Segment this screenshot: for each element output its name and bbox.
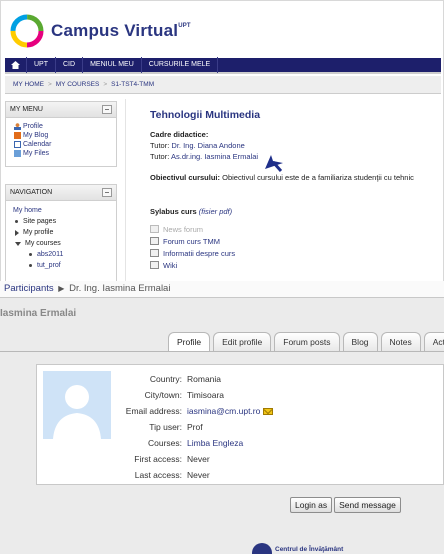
- breadcrumb: MY HOME > MY COURSES > S1-TST4-TMM: [5, 76, 441, 94]
- syllabus-pdf-link[interactable]: (fisier pdf): [199, 207, 232, 216]
- menu-item-calendar[interactable]: Calendar: [14, 140, 110, 149]
- menu-item-files[interactable]: My Files: [14, 149, 110, 158]
- my-menu-block: MY MENU Profile My Blog Calendar My File…: [5, 101, 117, 167]
- tab-blog[interactable]: Blog: [342, 332, 378, 351]
- field-country: Country: Romania: [149, 374, 222, 384]
- field-city: City/town: Timisoara: [144, 390, 224, 400]
- course-content: Tehnologii Multimedia Cadre didactice: T…: [125, 99, 443, 283]
- collapse-arrow-icon: [15, 241, 21, 246]
- resource-informatii[interactable]: Informatii despre curs: [150, 247, 443, 259]
- home-icon: [11, 61, 20, 69]
- breadcrumb-separator-icon: >: [47, 81, 52, 88]
- forum-icon: [150, 225, 159, 233]
- profile-name-heading: Iasmina Ermalai: [0, 308, 77, 319]
- resource-wiki[interactable]: Wiki: [150, 259, 443, 271]
- breadcrumb-my-courses[interactable]: MY COURSES: [56, 81, 100, 88]
- footer-logo: Centrul de Învăţământ: [252, 543, 343, 554]
- menu-item-blog[interactable]: My Blog: [14, 131, 110, 140]
- brand-title: Campus VirtualUPT: [51, 21, 191, 40]
- login-as-button[interactable]: Login as: [290, 497, 333, 513]
- nav-my-profile[interactable]: My profile: [13, 227, 112, 238]
- menu-item-label: Calendar: [23, 141, 52, 148]
- field-email: Email address: iasmina@cm.upt.ro: [97, 403, 274, 419]
- folder-icon: [14, 150, 21, 157]
- breadcrumb-my-home[interactable]: MY HOME: [13, 81, 44, 88]
- bullet-icon: [15, 220, 18, 223]
- bullet-icon: [29, 264, 32, 267]
- tutor-link-andone[interactable]: Dr. Ing. Diana Andone: [171, 141, 244, 150]
- syllabus-row: Sylabus curs (fisier pdf): [150, 207, 233, 216]
- campus-logo-icon: [10, 14, 44, 48]
- tutor-link-ermalai[interactable]: As.dr.ing. Iasmina Ermalai: [171, 152, 258, 161]
- collapse-icon[interactable]: [102, 188, 112, 197]
- field-user-type: Tip user: Prof: [149, 422, 203, 432]
- tab-divider: [0, 351, 444, 352]
- tab-activity[interactable]: Activi: [423, 332, 444, 351]
- menu-item-profile[interactable]: Profile: [14, 122, 110, 131]
- bullet-icon: [29, 253, 32, 256]
- calendar-icon: [14, 141, 21, 148]
- course-page-screenshot: Campus VirtualUPT UPT CID MENIUL MEU CUR…: [0, 0, 444, 284]
- navigation-block: NAVIGATION My home Site pages My profile…: [5, 184, 117, 283]
- breadcrumb-course[interactable]: S1-TST4-TMM: [111, 81, 154, 88]
- breadcrumb-participants[interactable]: Participants: [4, 283, 54, 294]
- nav-course-tut-prof[interactable]: tut_prof: [27, 260, 112, 271]
- user-icon: [14, 123, 21, 130]
- send-message-button[interactable]: Send message: [334, 497, 401, 513]
- nav-upt[interactable]: UPT: [27, 57, 56, 73]
- blog-icon: [14, 132, 21, 139]
- course-link[interactable]: Limba Engleza: [187, 438, 243, 448]
- participants-breadcrumb: Participants ▶ Dr. Ing. Iasmina Ermalai: [0, 281, 444, 298]
- campus-virtual-logo[interactable]: Campus VirtualUPT: [9, 11, 191, 51]
- profile-panel: Country: Romania City/town: Timisoara Em…: [36, 364, 444, 485]
- tab-notes[interactable]: Notes: [380, 332, 421, 351]
- institution-logo-icon: [252, 543, 272, 554]
- field-courses: Courses: Limba Engleza: [147, 438, 244, 448]
- tab-edit-profile[interactable]: Edit profile: [213, 332, 272, 351]
- cadre-label: Cadre didactice:: [150, 130, 209, 139]
- main-navbar: UPT CID MENIUL MEU CURSURILE MELE: [5, 57, 441, 74]
- email-link[interactable]: iasmina@cm.upt.ro: [187, 406, 260, 416]
- menu-item-label: My Blog: [23, 132, 49, 139]
- tab-forum-posts[interactable]: Forum posts: [274, 332, 340, 351]
- resource-list: News forum Forum curs TMM Informatii des…: [150, 223, 443, 271]
- nav-course-abs2011[interactable]: abs2011: [27, 249, 112, 260]
- forum-icon: [150, 237, 159, 245]
- resource-forum-curs[interactable]: Forum curs TMM: [150, 235, 443, 247]
- profile-actions: Login as Send message: [290, 497, 403, 513]
- course-objective: Obiectivul cursului: Obiectivul cursului…: [150, 173, 414, 182]
- nav-site-pages[interactable]: Site pages: [13, 216, 112, 227]
- navigation-title: NAVIGATION: [10, 189, 53, 196]
- field-last-access: Last access: Never: [134, 470, 210, 480]
- nav-my-courses[interactable]: My courses: [13, 238, 112, 249]
- nav-cursurile-mele[interactable]: CURSURILE MELE: [142, 57, 219, 73]
- field-first-access: First access: Never: [134, 454, 210, 464]
- my-menu-title: MY MENU: [10, 106, 43, 113]
- breadcrumb-separator-icon: >: [103, 81, 108, 88]
- profile-fields: Country: Romania City/town: Timisoara Em…: [97, 371, 274, 483]
- home-button[interactable]: [5, 57, 27, 73]
- menu-item-label: My Files: [23, 150, 50, 157]
- tab-profile[interactable]: Profile: [168, 332, 211, 351]
- menu-item-label: Profile: [23, 123, 43, 130]
- nav-my-home[interactable]: My home: [13, 205, 112, 216]
- my-menu-header: MY MENU: [6, 102, 116, 118]
- breadcrumb-arrow-icon: ▶: [58, 284, 65, 293]
- tutor-row: Tutor: Dr. Ing. Diana Andone: [150, 141, 245, 150]
- nav-meniul-meu[interactable]: MENIUL MEU: [83, 57, 142, 73]
- breadcrumb-current: Dr. Ing. Iasmina Ermalai: [69, 283, 171, 294]
- course-title: Tehnologii Multimedia: [150, 109, 261, 121]
- tutor-row: Tutor: As.dr.ing. Iasmina Ermalai: [150, 152, 259, 161]
- nav-cid[interactable]: CID: [56, 57, 84, 73]
- profile-page-screenshot: Participants ▶ Dr. Ing. Iasmina Ermalai …: [0, 281, 444, 554]
- resource-news-forum[interactable]: News forum: [150, 223, 443, 235]
- expand-arrow-icon: [15, 229, 19, 236]
- mail-icon[interactable]: [263, 407, 274, 415]
- navigation-header: NAVIGATION: [6, 185, 116, 201]
- arrow-pointer-icon: [265, 155, 283, 172]
- profile-tabs: Profile Edit profile Forum posts Blog No…: [168, 332, 444, 351]
- page-link-icon: [150, 249, 159, 257]
- wiki-icon: [150, 261, 159, 269]
- collapse-icon[interactable]: [102, 105, 112, 114]
